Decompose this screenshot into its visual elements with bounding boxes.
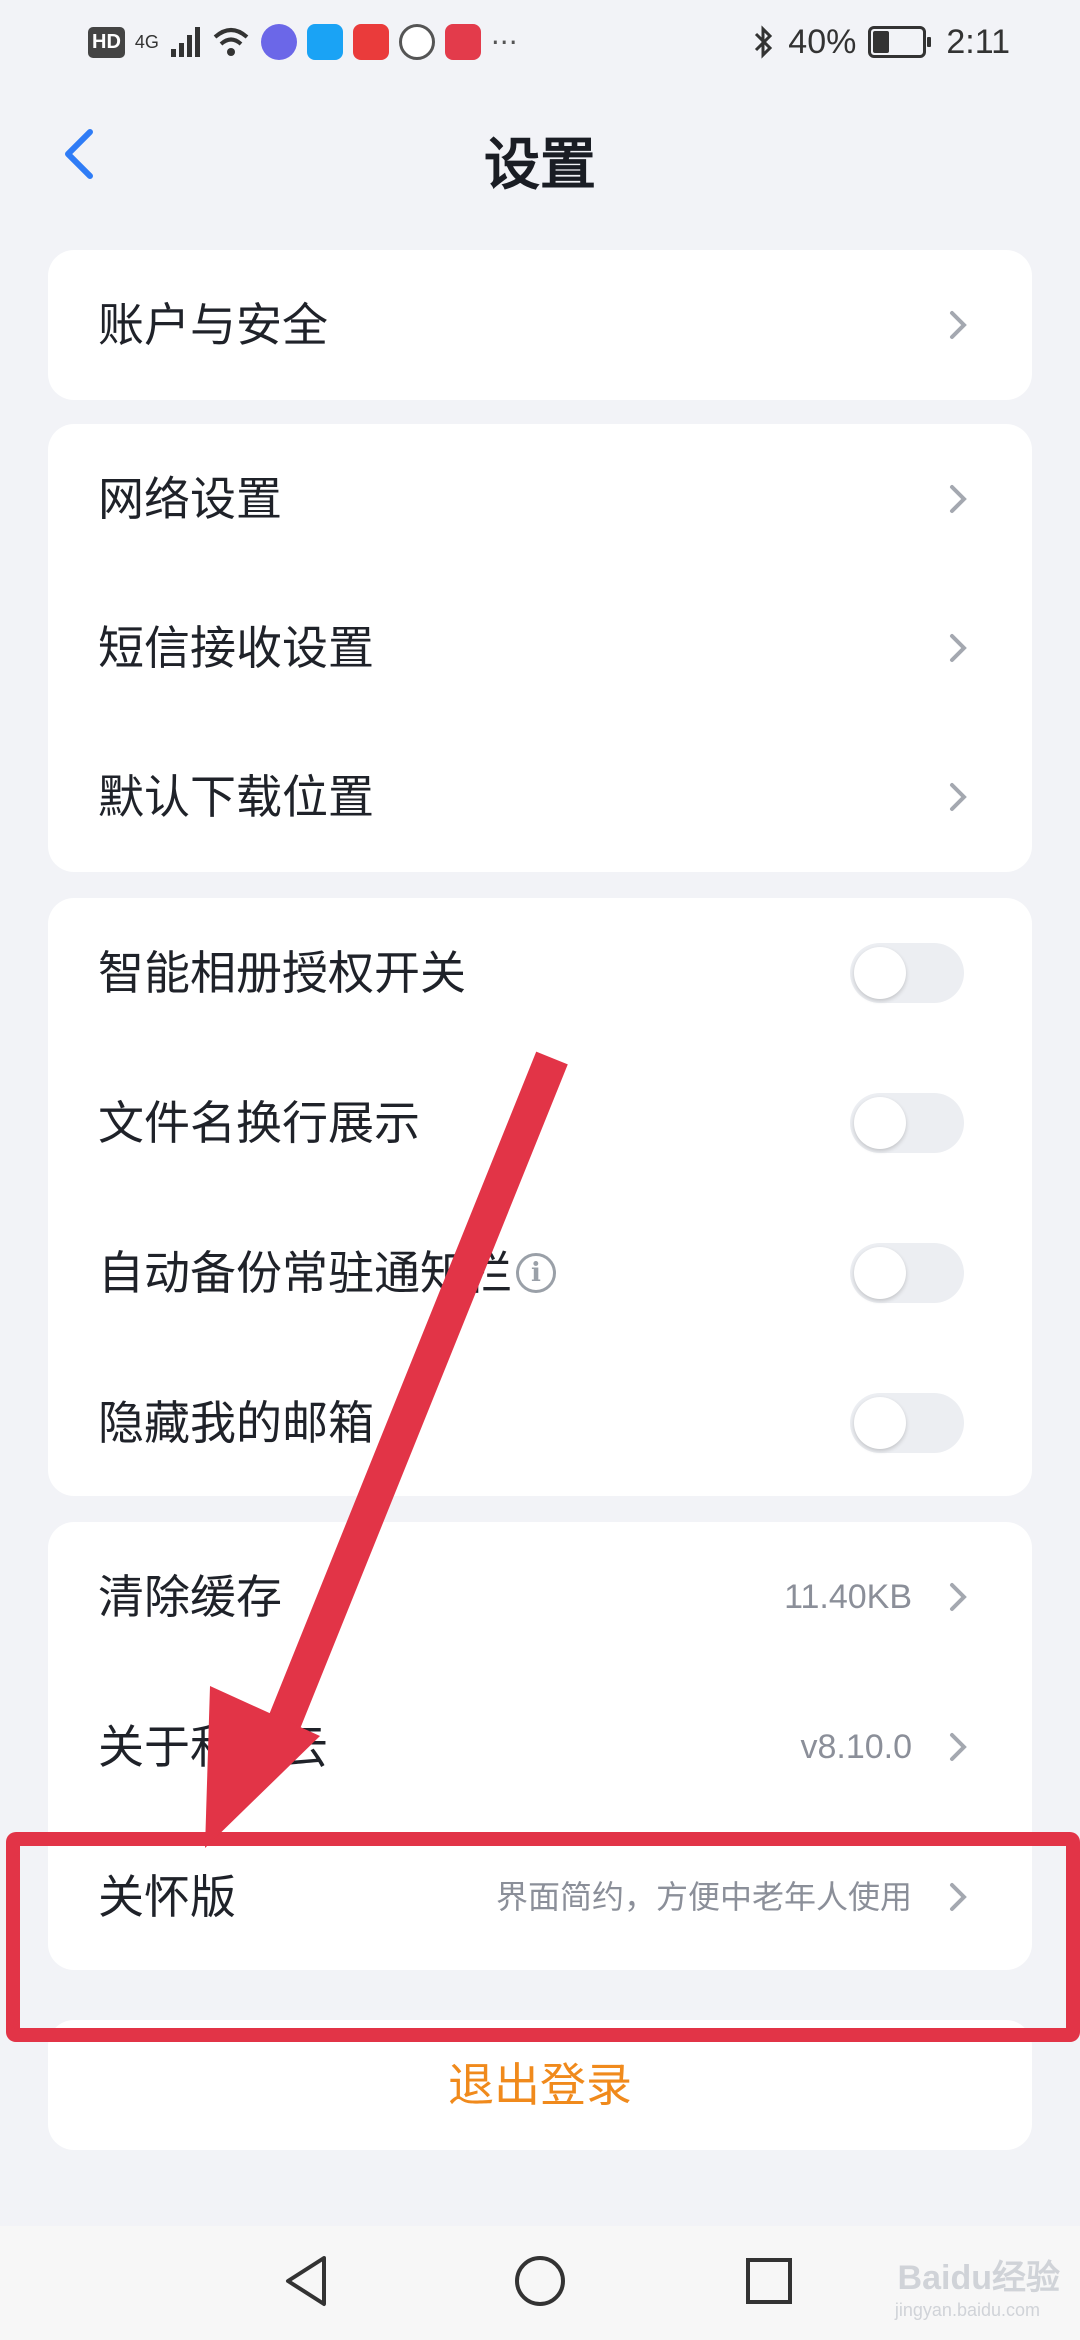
clear-cache-row[interactable]: 清除缓存 11.40KB: [48, 1522, 1032, 1672]
nav-home-icon[interactable]: [505, 2246, 575, 2316]
info-icon[interactable]: i: [516, 1252, 556, 1293]
chevron-right-icon: [950, 783, 967, 811]
backup-notification-toggle[interactable]: [850, 1243, 964, 1303]
page-header: 设置: [0, 100, 1080, 210]
status-bar-left: HD 4G ···: [88, 18, 518, 66]
hd-icon: HD: [88, 26, 125, 58]
row-label: 清除缓存: [98, 1570, 282, 1624]
row-label: 自动备份常驻通知栏 i: [98, 1198, 556, 1348]
row-label: 账户与安全: [98, 298, 328, 352]
hide-email-row: 隐藏我的邮箱: [48, 1348, 1032, 1498]
status-bar: HD 4G ··· 40% 2:11: [0, 0, 1080, 84]
wifi-icon: [213, 28, 249, 56]
watermark-url: jingyan.baidu.com: [894, 2300, 1040, 2320]
backup-notification-row: 自动备份常驻通知栏 i: [48, 1198, 1032, 1348]
hand-app-icon: [398, 24, 435, 60]
page-title: 设置: [484, 133, 596, 198]
chevron-right-icon: [950, 1733, 967, 1761]
toggle-knob: [854, 1097, 906, 1149]
signal-icon: [170, 27, 200, 57]
chevron-right-icon: [950, 485, 967, 513]
sms-settings-row[interactable]: 短信接收设置: [48, 573, 1032, 723]
filename-wrap-row: 文件名换行展示: [48, 1048, 1032, 1198]
nav-recents-icon[interactable]: [734, 2246, 804, 2316]
chevron-right-icon: [950, 311, 967, 339]
row-label: 短信接收设置: [98, 621, 374, 675]
smart-album-row: 智能相册授权开关: [48, 898, 1032, 1048]
app-version: v8.10.0: [800, 1728, 912, 1766]
more-notifications-icon: ···: [490, 25, 518, 59]
nav-back-icon[interactable]: [272, 2246, 342, 2316]
chevron-right-icon: [950, 634, 967, 662]
battery-icon: [868, 26, 932, 58]
row-label: 文件名换行展示: [98, 1096, 420, 1150]
network-type: 4G: [134, 31, 159, 52]
download-location-row[interactable]: 默认下载位置: [48, 722, 1032, 872]
row-label: 智能相册授权开关: [98, 946, 466, 1000]
toggle-knob: [854, 1397, 906, 1449]
chevron-right-icon: [950, 1583, 967, 1611]
filename-wrap-toggle[interactable]: [850, 1093, 964, 1153]
battery-percent: 40%: [788, 22, 857, 61]
huawei-app-icon: [352, 24, 389, 60]
account-security-row[interactable]: 账户与安全: [48, 250, 1032, 400]
toggles-card: 智能相册授权开关 文件名换行展示 自动备份常驻通知栏 i 隐藏我的邮箱: [48, 898, 1032, 1496]
row-label: 隐藏我的邮箱: [98, 1396, 374, 1450]
toggle-knob: [854, 947, 906, 999]
account-card: 账户与安全: [48, 250, 1032, 400]
music-app-icon: [260, 24, 297, 60]
status-bar-right: 40% 2:11: [752, 18, 1010, 66]
row-label: 网络设置: [98, 472, 282, 526]
about-row[interactable]: 关于和彩云 v8.10.0: [48, 1672, 1032, 1822]
smart-album-toggle[interactable]: [850, 943, 964, 1003]
clock: 2:11: [946, 22, 1010, 61]
cache-size: 11.40KB: [784, 1578, 912, 1616]
toggle-knob: [854, 1247, 906, 1299]
network-card: 网络设置 短信接收设置 默认下载位置: [48, 424, 1032, 872]
highlight-box: [6, 1832, 1080, 2042]
network-settings-row[interactable]: 网络设置: [48, 424, 1032, 574]
bluetooth-icon: [755, 25, 773, 59]
row-label-text: 自动备份常驻通知栏: [98, 1246, 512, 1300]
search-app-icon: [306, 24, 343, 60]
row-label: 关于和彩云: [98, 1720, 328, 1774]
watermark-logo: Baidu经验: [897, 2259, 1060, 2297]
row-label: 默认下载位置: [98, 770, 374, 824]
hide-email-toggle[interactable]: [850, 1393, 964, 1453]
book-app-icon: [444, 24, 481, 60]
